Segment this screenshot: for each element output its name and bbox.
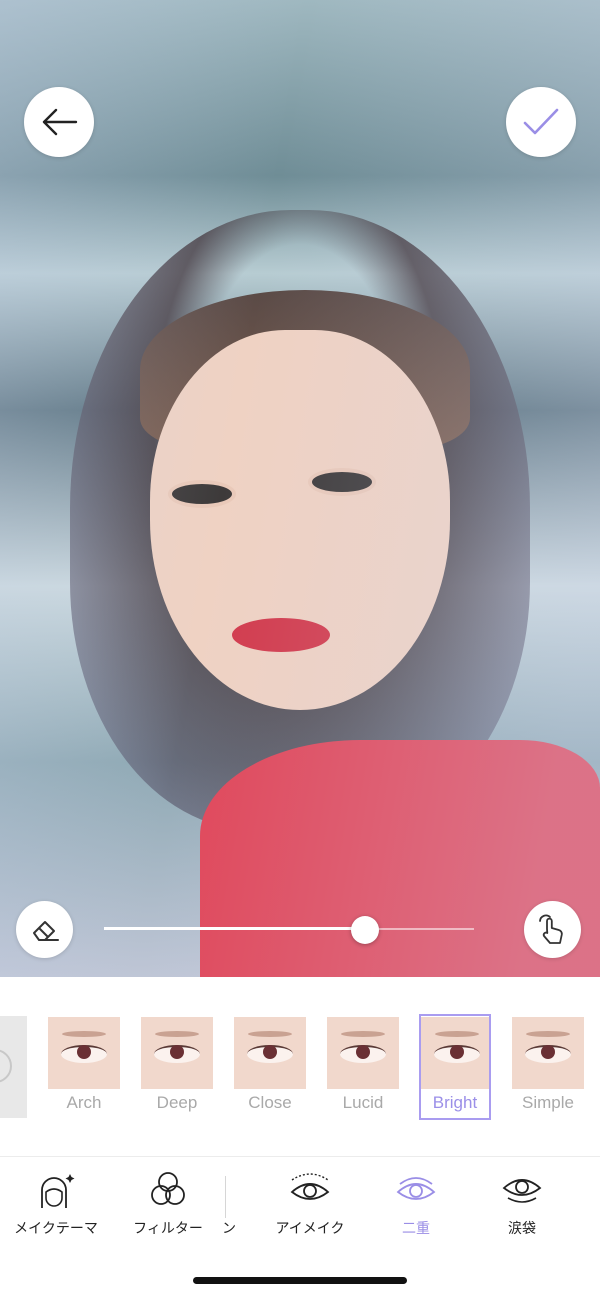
eraser-button[interactable] (16, 901, 73, 958)
tab-label: 二重 (402, 1220, 430, 1236)
filter-icon (151, 1172, 185, 1205)
divider (0, 1156, 600, 1157)
style-label: Simple (522, 1093, 574, 1112)
category-tab-bar: メイクテーマ フィルター アイメイク 二重 涙袋 (0, 1170, 600, 1240)
arrow-left-icon (42, 108, 78, 136)
eye-makeup-icon (290, 1173, 330, 1200)
home-indicator[interactable] (193, 1277, 407, 1284)
slider-fill (104, 927, 365, 930)
tab-label: アイメイク (275, 1220, 345, 1236)
eraser-icon (32, 920, 59, 941)
tab-makeup-theme[interactable]: メイクテーマ (4, 1170, 108, 1240)
tab-double-eyelid[interactable]: 二重 (368, 1170, 464, 1240)
style-item-close[interactable]: Close (234, 1016, 306, 1118)
tab-label: 涙袋 (508, 1220, 536, 1236)
intensity-slider[interactable] (104, 916, 474, 944)
style-label: Close (248, 1093, 292, 1112)
double-eyelid-icon (396, 1177, 436, 1200)
tab-eye-bag[interactable]: 涙袋 (474, 1170, 570, 1240)
eyelid-style-list: Arch Deep Close Lucid Bright Simple (0, 1014, 600, 1121)
style-none-tile[interactable] (0, 1016, 27, 1118)
style-label: Bright (432, 1093, 478, 1112)
style-item-simple[interactable]: Simple (512, 1016, 584, 1118)
style-thumbnail (327, 1017, 399, 1089)
gesture-button[interactable] (524, 901, 581, 958)
style-label: Deep (156, 1093, 198, 1112)
style-item-arch[interactable]: Arch (48, 1016, 120, 1118)
style-thumbnail (141, 1017, 213, 1089)
style-item-bright[interactable]: Bright (419, 1014, 491, 1120)
slider-thumb[interactable] (350, 916, 379, 944)
makeup-theme-icon (41, 1174, 75, 1208)
none-icon (0, 1049, 12, 1083)
style-label: Arch (66, 1093, 102, 1112)
style-thumbnail (234, 1017, 306, 1089)
style-item-lucid[interactable]: Lucid (327, 1016, 399, 1118)
hand-tap-icon (538, 914, 563, 944)
glass-reflection (0, 0, 600, 977)
style-thumbnail (512, 1017, 584, 1089)
style-item-deep[interactable]: Deep (141, 1016, 213, 1118)
style-thumbnail (48, 1017, 120, 1089)
checkmark-icon (523, 108, 559, 135)
eye-bag-icon (502, 1179, 542, 1203)
tab-label: メイクテーマ (14, 1220, 98, 1236)
portrait-photo (0, 0, 600, 977)
style-label: Lucid (342, 1093, 384, 1112)
tab-label: フィルター (133, 1220, 203, 1236)
back-button[interactable] (24, 87, 94, 157)
confirm-button[interactable] (506, 87, 576, 157)
tab-filter[interactable]: フィルター (120, 1170, 216, 1240)
tab-partial-label: ン (222, 1220, 236, 1236)
tab-eye-makeup[interactable]: アイメイク (262, 1170, 358, 1240)
tab-separator (225, 1176, 226, 1218)
style-thumbnail (421, 1017, 489, 1089)
